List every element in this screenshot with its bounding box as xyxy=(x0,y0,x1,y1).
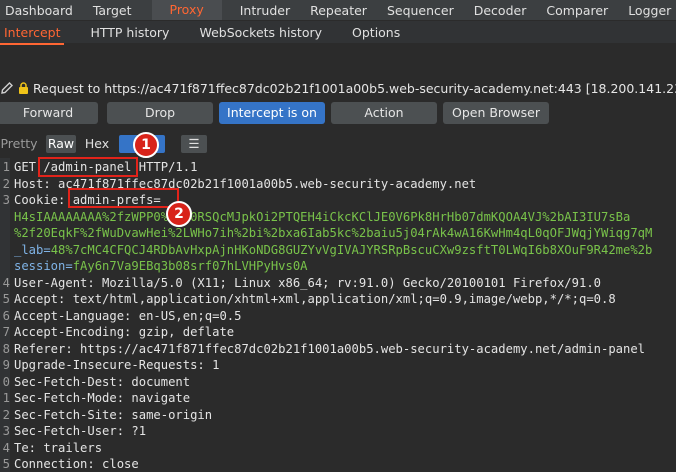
line-number: 5 xyxy=(2,292,10,306)
main-tab-dashboard[interactable]: Dashboard xyxy=(0,3,93,18)
line-content: Sec-Fetch-Site: same-origin xyxy=(14,407,213,422)
main-tab-target[interactable]: Target xyxy=(93,3,152,18)
line-content: session=fAy6n7Va9EBq3b08srf07hLVHPyHvs0A xyxy=(14,258,308,274)
hex-view-tab[interactable]: Hex xyxy=(82,135,112,153)
line-number: 6 xyxy=(2,308,10,323)
request-line: H4sIAAAAAAAA%2fzWPP0%CFF0RSQcMJpkOi2PTQE… xyxy=(0,209,676,225)
request-line: 5 Accept: text/html,application/xhtml+xml… xyxy=(0,291,676,307)
main-tab-proxy[interactable]: Proxy xyxy=(151,0,222,20)
line-number: 4 xyxy=(2,440,10,455)
message-view-bar: Pretty Raw Hex \n ☰ xyxy=(0,133,676,155)
sub-tab-websockets-history[interactable]: WebSockets history xyxy=(199,25,352,40)
request-line: 5 Connection: close xyxy=(0,456,676,472)
request-line: 8 Referer: https://ac471f871ffec87dc02b21… xyxy=(0,341,676,357)
main-tab-sequencer[interactable]: Sequencer xyxy=(387,3,474,18)
header-name: Cookie: xyxy=(14,193,73,207)
line-number: 3 xyxy=(2,193,10,207)
sub-tab-http-history[interactable]: HTTP history xyxy=(90,25,199,40)
line-number: 2 xyxy=(2,176,10,191)
line-number: 4 xyxy=(2,275,10,290)
sub-tab-intercept[interactable]: Intercept xyxy=(0,25,90,40)
admin-panel-highlight-box xyxy=(38,157,138,177)
request-info-bar: Request to https://ac471f871ffec87dc02b2… xyxy=(0,80,676,96)
line-number: 0 xyxy=(2,374,10,389)
line-content: Upgrade-Insecure-Requests: 1 xyxy=(14,358,220,372)
cookie-name: session= xyxy=(14,259,73,273)
line-number: 7 xyxy=(2,325,10,339)
request-line: 0 Sec-Fetch-Dest: document xyxy=(0,374,676,390)
line-content: Accept-Encoding: gzip, deflate xyxy=(14,325,235,339)
admin-prefs-highlight-box xyxy=(68,188,179,208)
line-number: 1 xyxy=(2,391,10,405)
request-line: 1 Sec-Fetch-Mode: navigate xyxy=(0,390,676,406)
request-line: session=fAy6n7Va9EBq3b08srf07hLVHPyHvs0A xyxy=(0,258,676,274)
line-content: Accept: text/html,application/xhtml+xml,… xyxy=(14,292,616,306)
cookie-value: 48%7cMC4CFQCJ4RDbAvHxpAjnHKoNDG8GUZYvVgI… xyxy=(50,242,653,257)
line-number: 8 xyxy=(2,341,10,356)
request-line: 9 Upgrade-Insecure-Requests: 1 xyxy=(0,357,676,373)
line-content: Sec-Fetch-User: ?1 xyxy=(14,424,147,438)
intercept-toolbar: Forward Drop Intercept is on Action Open… xyxy=(0,102,676,124)
line-content: _lab=48%7cMC4CFQCJ4RDbAvHxpAjnHKoNDG8GUZ… xyxy=(14,242,652,258)
line-content: User-Agent: Mozilla/5.0 (X11; Linux x86_… xyxy=(14,275,601,290)
line-number: 1 xyxy=(2,160,10,174)
pencil-icon[interactable] xyxy=(0,81,14,95)
main-tab-repeater[interactable]: Repeater xyxy=(310,3,387,18)
raw-view-tab[interactable]: Raw xyxy=(46,135,76,153)
proxy-sub-tab-bar: Intercept HTTP history WebSockets history O… xyxy=(0,21,676,43)
line-content: Referer: https://ac471f871ffec87dc02b21f… xyxy=(14,341,646,356)
action-button[interactable]: Action xyxy=(331,102,437,124)
request-line: 3 Sec-Fetch-User: ?1 xyxy=(0,423,676,439)
sub-tab-options[interactable]: Options xyxy=(352,25,430,40)
line-content: Accept-Language: en-US,en;q=0.5 xyxy=(14,308,242,323)
line-number: 3 xyxy=(2,424,10,438)
cookie-name: _lab= xyxy=(14,242,51,257)
main-tab-decoder[interactable]: Decoder xyxy=(474,3,547,18)
request-line: %2f20EqkF%2fWuDvawHei%2LWHo7ih%2bi%2bxa6… xyxy=(0,225,676,241)
main-tab-comparer[interactable]: Comparer xyxy=(546,3,628,18)
line-content: Connection: close xyxy=(14,457,139,471)
annotation-badge-1: 1 xyxy=(133,132,159,158)
line-content: Te: trailers xyxy=(14,440,103,455)
line-content: %2f20EqkF%2fWuDvawHei%2LWHo7ih%2bi%2bxa6… xyxy=(14,225,652,241)
request-line: 4 User-Agent: Mozilla/5.0 (X11; Linux x86… xyxy=(0,275,676,291)
cookie-value: %2f20EqkF%2fWuDvawHei%2LWHo7ih%2bi%2bxa6… xyxy=(14,226,653,240)
main-tab-intruder[interactable]: Intruder xyxy=(240,3,310,18)
line-content: Sec-Fetch-Dest: document xyxy=(14,374,191,389)
line-number: 2 xyxy=(2,407,10,422)
request-line: 4 Te: trailers xyxy=(0,440,676,456)
open-browser-button[interactable]: Open Browser xyxy=(443,102,549,124)
line-number: 5 xyxy=(2,457,10,471)
menu-icon[interactable]: ☰ xyxy=(181,135,207,153)
line-content: Sec-Fetch-Mode: navigate xyxy=(14,391,191,405)
cookie-value: H4sIAAAAAAAA%2fzWPP0%CFF0RSQcMJpkOi2PTQE… xyxy=(14,209,631,224)
line-content: H4sIAAAAAAAA%2fzWPP0%CFF0RSQcMJpkOi2PTQE… xyxy=(14,209,630,225)
main-tab-bar: Dashboard Target Proxy Intruder Repeater Sequ… xyxy=(0,0,676,21)
request-line: 2 Sec-Fetch-Site: same-origin xyxy=(0,407,676,423)
request-line: _lab=48%7cMC4CFQCJ4RDbAvHxpAjnHKoNDG8GUZ… xyxy=(0,242,676,258)
annotation-badge-2: 2 xyxy=(166,201,192,227)
request-line: 7 Accept-Encoding: gzip, deflate xyxy=(0,324,676,340)
active-sub-tab-underline xyxy=(0,43,64,45)
drop-button[interactable]: Drop xyxy=(107,102,213,124)
line-number: 9 xyxy=(2,358,10,372)
forward-button[interactable]: Forward xyxy=(0,102,98,124)
main-tab-logger[interactable]: Logger xyxy=(628,3,676,18)
request-line: 6 Accept-Language: en-US,en;q=0.5 xyxy=(0,308,676,324)
lock-icon xyxy=(19,82,28,94)
cookie-value: fAy6n7Va9EBq3b08srf07hLVHPyHvs0A xyxy=(72,259,308,273)
request-target-label: Request to https://ac471f871ffec87dc02b2… xyxy=(33,80,676,96)
intercept-toggle-button[interactable]: Intercept is on xyxy=(219,102,325,124)
pretty-view-tab[interactable]: Pretty xyxy=(0,135,38,153)
